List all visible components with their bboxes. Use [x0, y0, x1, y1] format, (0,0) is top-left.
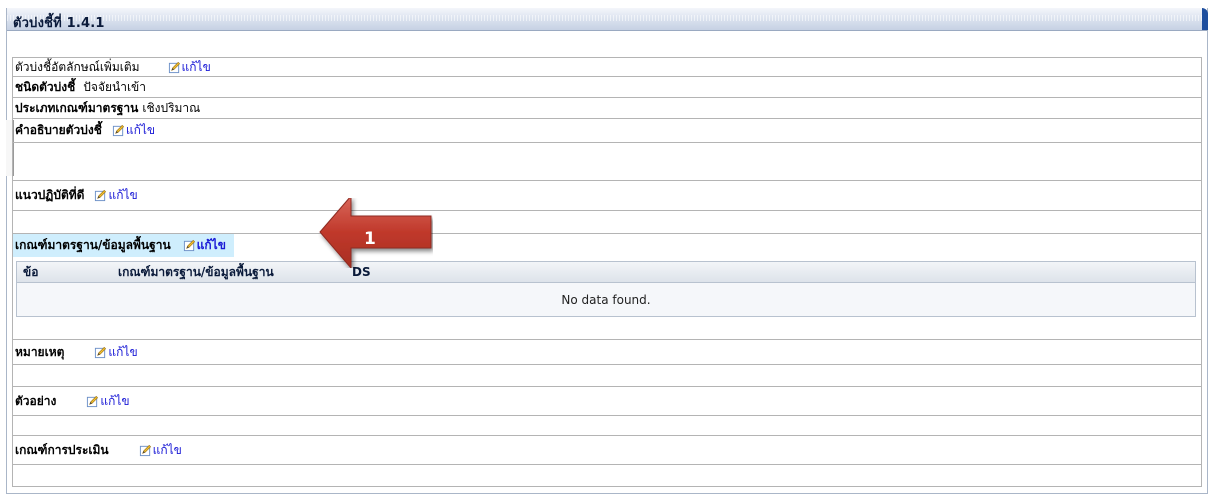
row-criteria-type: ประเภทเกณฑ์มาตรฐาน เชิงปริมาณ [12, 98, 1202, 119]
callout-arrow: 1 [319, 198, 432, 268]
panel-title: ตัวบ่งชี้ที่ 1.4.1 [13, 16, 105, 31]
edit-label: แก้ไข [100, 393, 130, 408]
row-baseline: เกณฑ์มาตรฐาน/ข้อมูลพื้นฐาน แก้ไข [12, 234, 1202, 257]
edit-label: แก้ไข [196, 238, 226, 252]
note-label: หมายเหตุ [15, 344, 65, 359]
identity-label: ตัวบ่งชี้อัตลักษณ์เพิ่มเติม [15, 59, 140, 74]
baseline-label: เกณฑ์มาตรฐาน/ข้อมูลพื้นฐาน [15, 238, 171, 252]
best-practice-label: แนวปฏิบัติที่ดี [15, 188, 85, 202]
row-indicator-type: ชนิดตัวบ่งชี้ ปัจจัยนำเข้า [12, 77, 1202, 98]
edit-icon [95, 189, 107, 202]
row-best-practice: แนวปฏิบัติที่ดี แก้ไข [12, 181, 1202, 211]
row-example: ตัวอย่าง แก้ไข [12, 387, 1202, 416]
panel-header: ตัวบ่งชี้ที่ 1.4.1 [7, 8, 1208, 31]
indicator-type-label: ชนิดตัวบ่งชี้ [15, 79, 76, 94]
edit-label: แก้ไข [125, 123, 156, 137]
row-note: หมายเหตุ แก้ไข [12, 340, 1202, 365]
example-content [12, 416, 1202, 436]
edit-baseline-link[interactable]: แก้ไข [183, 236, 226, 255]
edit-label: แก้ไข [152, 442, 182, 457]
column-header-criteria[interactable]: เกณฑ์มาตรฐาน/ข้อมูลพื้นฐาน [118, 263, 346, 282]
callout-number: 1 [364, 229, 376, 249]
indicator-type-value: ปัจจัยนำเข้า [83, 79, 146, 94]
example-label: ตัวอย่าง [15, 393, 57, 408]
edit-icon [112, 124, 124, 137]
row-evaluation: เกณฑ์การประเมิน แก้ไข [12, 436, 1202, 465]
criteria-type-value: เชิงปริมาณ [142, 100, 201, 115]
row-description: คำอธิบายตัวบ่งชี้ แก้ไข [12, 119, 1202, 143]
edit-best-practice-link[interactable]: แก้ไข [94, 186, 138, 205]
edit-evaluation-link[interactable]: แก้ไข [139, 441, 182, 460]
baseline-table: ข้อ เกณฑ์มาตรฐาน/ข้อมูลพื้นฐาน DS No dat… [16, 261, 1196, 317]
edit-icon [168, 61, 180, 73]
table-empty-message: No data found. [561, 292, 651, 307]
evaluation-label: เกณฑ์การประเมิน [15, 442, 109, 457]
indicator-panel: ตัวบ่งชี้ที่ 1.4.1 ตัวบ่งชี้อัตลักษณ์เพิ… [6, 8, 1208, 494]
edit-label: แก้ไข [108, 188, 138, 202]
edit-note-link[interactable]: แก้ไข [94, 343, 138, 362]
baseline-highlight: เกณฑ์มาตรฐาน/ข้อมูลพื้นฐาน แก้ไข [13, 234, 234, 257]
edit-icon [139, 444, 151, 456]
description-content [12, 143, 1202, 181]
table-header: ข้อ เกณฑ์มาตรฐาน/ข้อมูลพื้นฐาน DS [17, 262, 1195, 283]
row-identity: ตัวบ่งชี้อัตลักษณ์เพิ่มเติม แก้ไข [12, 57, 1202, 77]
column-header-no[interactable]: ข้อ [17, 263, 118, 282]
note-content [12, 365, 1202, 387]
edit-icon [95, 346, 107, 358]
criteria-type-label: ประเภทเกณฑ์มาตรฐาน [15, 100, 139, 115]
edit-description-link[interactable]: แก้ไข [112, 121, 155, 140]
best-practice-content [12, 211, 1202, 234]
edit-icon [87, 395, 99, 407]
evaluation-content [12, 465, 1202, 487]
description-label: คำอธิบายตัวบ่งชี้ [15, 123, 102, 137]
edit-identity-link[interactable]: แก้ไข [168, 58, 211, 77]
edit-icon [183, 239, 195, 252]
edit-example-link[interactable]: แก้ไข [86, 392, 130, 411]
edit-label: แก้ไข [108, 344, 138, 359]
edit-label: แก้ไข [181, 59, 211, 74]
